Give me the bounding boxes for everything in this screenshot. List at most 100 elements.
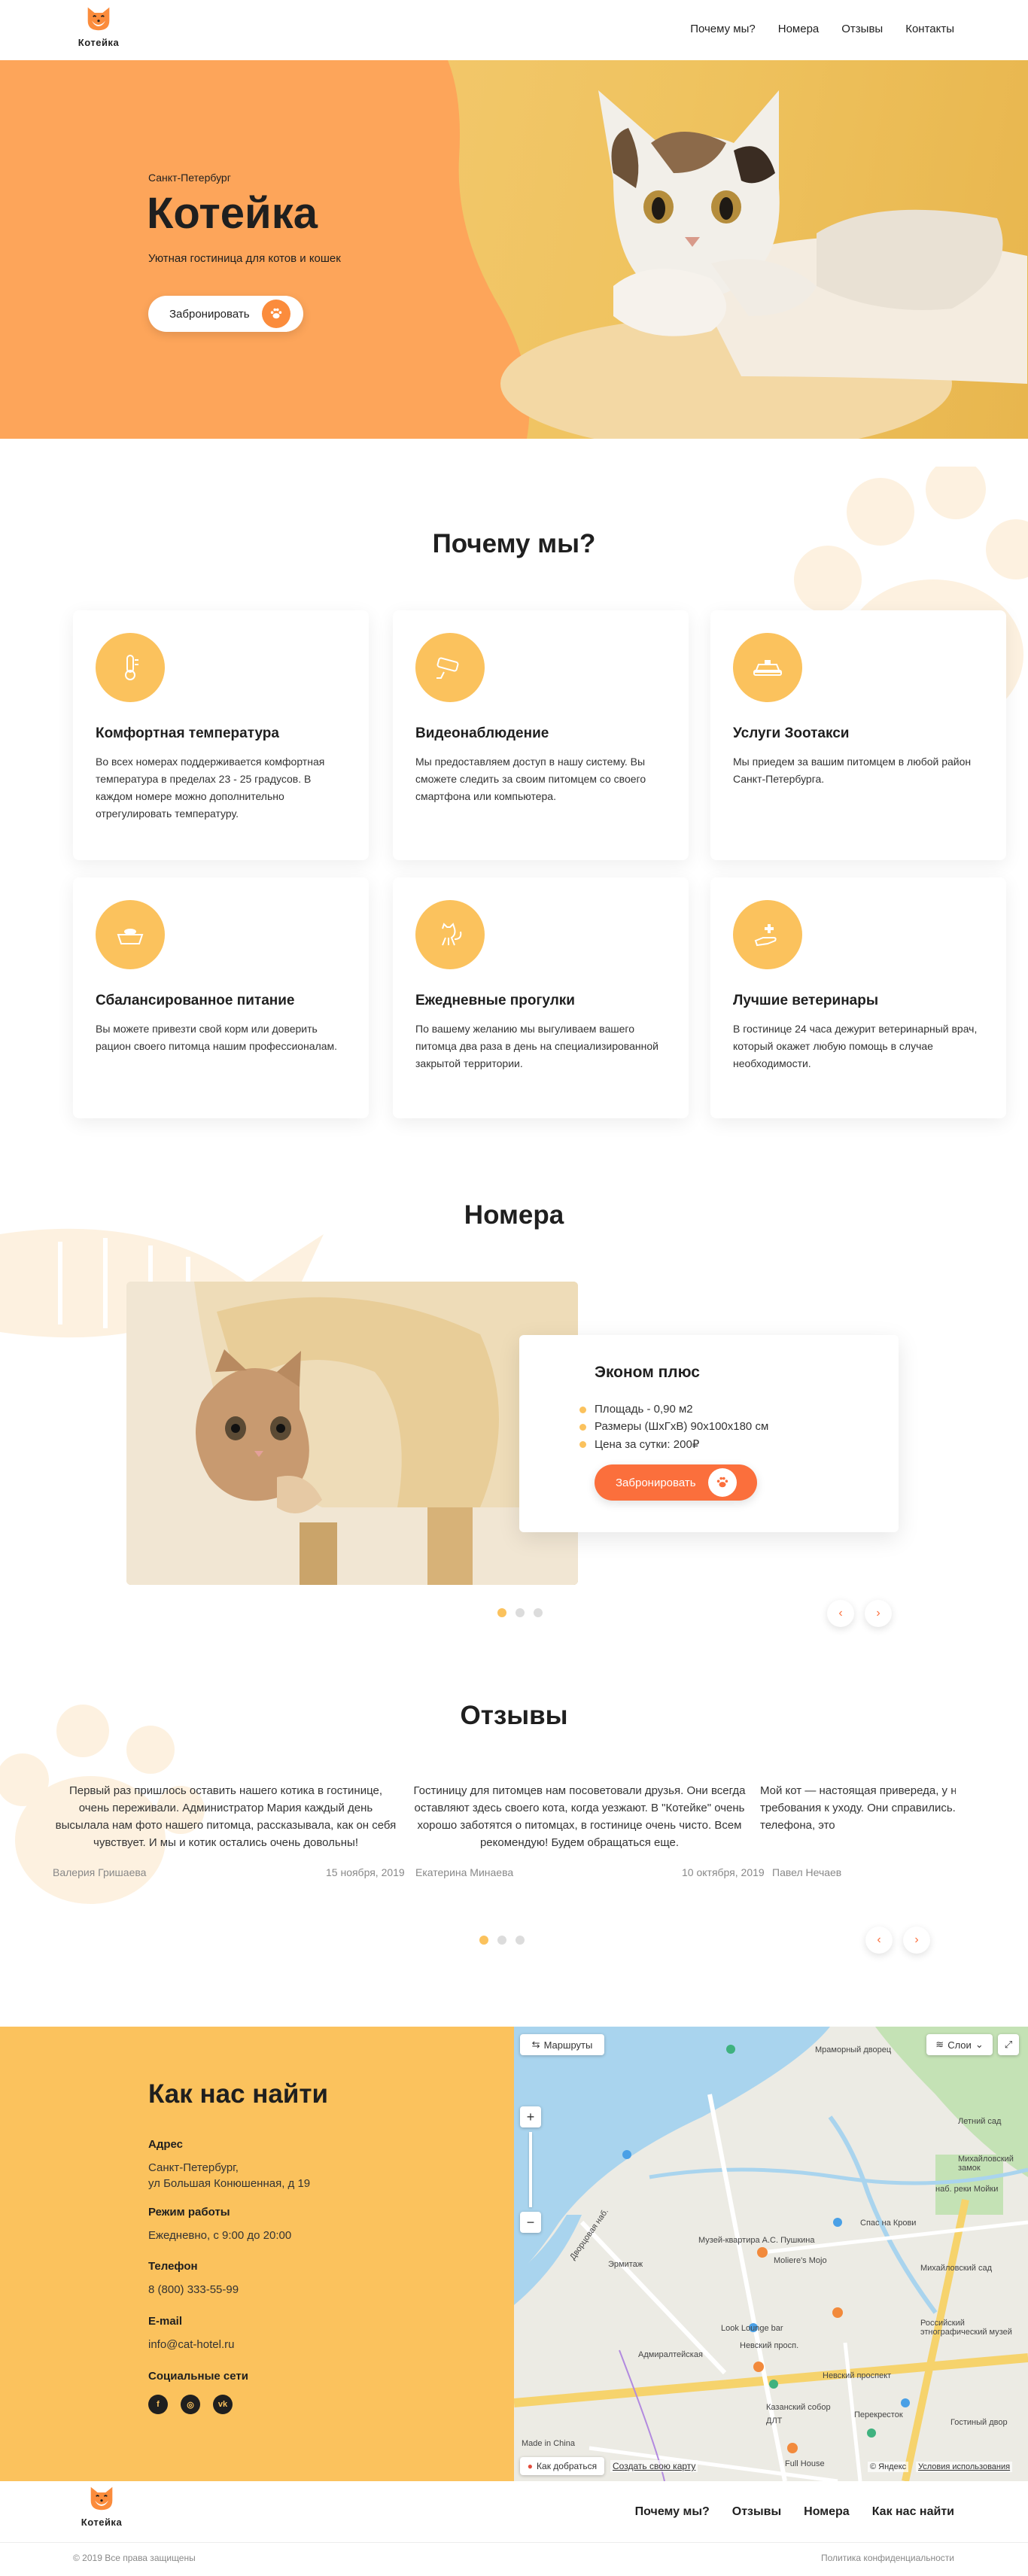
hours-label: Режим работы (148, 2206, 230, 2219)
room-feature: Цена за сутки: 200₽ (579, 1438, 700, 1451)
map-terms-link[interactable]: Условия использования (916, 2462, 1013, 2472)
rooms-dot-2[interactable] (516, 1608, 525, 1617)
contacts-section: Как нас найти Адрес Санкт-Петербург, ул … (0, 2027, 514, 2481)
social-label: Социальные сети (148, 2370, 248, 2383)
email-value[interactable]: info@cat-hotel.ru (148, 2337, 234, 2352)
logo[interactable]: Котейка (72, 6, 125, 53)
map-copyright: © Яндекс (868, 2462, 909, 2472)
map-tiles (514, 2027, 1028, 2481)
footer-divider (0, 2542, 1028, 2543)
site-header: Котейка Почему мы? Номера Отзывы Контакт… (0, 0, 1028, 60)
reviews-prev-button[interactable]: ‹ (865, 1927, 893, 1954)
nav-item-reviews[interactable]: Отзывы (841, 23, 883, 35)
footer-nav-why[interactable]: Почему мы? (635, 2505, 710, 2519)
hero-book-button[interactable]: Забронировать (148, 296, 303, 332)
rooms-dot-3[interactable] (534, 1608, 543, 1617)
chevron-right-icon: › (876, 1607, 880, 1620)
map-label: ДЛТ (766, 2416, 783, 2425)
feature-card: Ежедневные прогулки По вашему желанию мы… (393, 877, 689, 1118)
hero-city: Санкт-Петербург (148, 172, 231, 184)
map-label: Moliere's Mojo (774, 2256, 827, 2265)
reviews-dot-3[interactable] (516, 1936, 525, 1945)
rooms-next-button[interactable]: › (865, 1600, 892, 1627)
hero-book-button-label: Забронировать (169, 307, 250, 321)
vet-hand-icon (733, 900, 802, 969)
map[interactable]: Мраморный дворец Летний сад Музей-кварти… (514, 2027, 1028, 2481)
logo-text: Котейка (78, 37, 120, 48)
review-author: Павел Нечаев (772, 1866, 842, 1878)
map-fullscreen-button[interactable]: ⤢ (998, 2034, 1019, 2055)
cat-walk-icon (415, 900, 485, 969)
nav-item-rooms[interactable]: Номера (778, 23, 820, 35)
email-label: E-mail (148, 2315, 183, 2328)
map-routes-button[interactable]: ⇆ Маршруты (520, 2034, 604, 2055)
map-label: Российский этнографический музей (920, 2319, 1012, 2337)
map-routes-label: Маршруты (543, 2039, 593, 2051)
rooms-dot-1[interactable] (497, 1608, 506, 1617)
map-label: Full House (785, 2459, 825, 2468)
reviews-dot-1[interactable] (479, 1936, 488, 1945)
map-label: Эрмитаж (608, 2260, 643, 2269)
feature-title: Ежедневные прогулки (415, 993, 575, 1008)
map-layers-label: Слои (947, 2039, 972, 2051)
footer-nav-reviews[interactable]: Отзывы (732, 2505, 781, 2519)
footer-nav-rooms[interactable]: Номера (804, 2505, 850, 2519)
footer-nav-contacts[interactable]: Как нас найти (872, 2505, 954, 2519)
map-label: Look Lounge bar (721, 2324, 783, 2333)
map-label: Невский просп. (740, 2341, 799, 2350)
instagram-icon[interactable]: ◎ (181, 2395, 200, 2414)
map-label: Казанский собор (766, 2403, 831, 2412)
vk-icon[interactable]: vk (213, 2395, 233, 2414)
reviews-dot-2[interactable] (497, 1936, 506, 1945)
logo-text: Котейка (81, 2517, 123, 2528)
footer-logo[interactable]: Котейка (75, 2486, 128, 2532)
map-layers-button[interactable]: ≋ Слои ⌄ (926, 2034, 993, 2055)
map-zoom-slider[interactable] (529, 2132, 532, 2207)
reviews-next-button[interactable]: › (903, 1927, 930, 1954)
page: Котейка Почему мы? Номера Отзывы Контакт… (0, 0, 1028, 2576)
map-get-there-button[interactable]: ● Как добраться (520, 2457, 604, 2475)
review-text: Мой кот — настоящая привереда, у него бы… (760, 1784, 956, 1832)
hours-value: Ежедневно, с 9:00 до 20:00 (148, 2229, 292, 2242)
rooms-title: Номера (464, 1200, 564, 1230)
contacts-title: Как нас найти (148, 2079, 329, 2109)
why-title: Почему мы? (432, 529, 596, 558)
phone-value[interactable]: 8 (800) 333-55-99 (148, 2282, 239, 2298)
footer-nav: Почему мы? Отзывы Номера Как нас найти (635, 2505, 954, 2519)
hero-section: Санкт-Петербург Котейка Уютная гостиница… (0, 60, 1028, 439)
map-create-link[interactable]: Создать свою карту (610, 2460, 698, 2472)
map-zoom-in-button[interactable]: + (520, 2106, 541, 2127)
footer-copyright: © 2019 Все права защищены (73, 2553, 196, 2563)
map-label: Made in China (522, 2439, 575, 2448)
map-get-there-label: Как добраться (537, 2461, 598, 2471)
room-book-button[interactable]: Забронировать (595, 1464, 757, 1501)
nav-item-why[interactable]: Почему мы? (690, 23, 756, 35)
room-card: Эконом плюс Площадь - 0,90 м2 Размеры (Ш… (519, 1335, 899, 1532)
room-photo (126, 1282, 578, 1585)
thermometer-icon (96, 633, 165, 702)
rooms-prev-button[interactable]: ‹ (827, 1600, 854, 1627)
hero-subtitle: Уютная гостиница для котов и кошек (148, 252, 341, 265)
map-zoom-out-button[interactable]: − (520, 2212, 541, 2233)
review-text: Первый раз пришлось оставить нашего коти… (55, 1784, 397, 1849)
map-label: Перекресток (854, 2410, 903, 2419)
map-label: Гостиный двор (950, 2418, 1008, 2427)
feature-title: Сбалансированное питание (96, 993, 295, 1008)
map-label: Адмиралтейская (638, 2350, 703, 2359)
room-kitten-illustration (126, 1282, 578, 1585)
cat-logo-icon (90, 2486, 113, 2511)
feature-title: Лучшие ветеринары (733, 993, 879, 1008)
nav-item-contacts[interactable]: Контакты (905, 23, 954, 35)
reviews-track: Первый раз пришлось оставить нашего коти… (53, 1782, 956, 1872)
hero-cat-photo (425, 60, 1028, 439)
map-label: Музей-квартира А.С. Пушкина (698, 2236, 815, 2245)
location-pin-icon: ● (527, 2461, 534, 2471)
facebook-icon[interactable]: f (148, 2395, 168, 2414)
layers-icon: ≋ (935, 2039, 944, 2050)
feature-text: Мы приедем за вашим питомцем в любой рай… (733, 756, 972, 785)
taxi-icon (733, 633, 802, 702)
review-date: 10 октября, 2019 (682, 1866, 765, 1878)
feature-title: Комфортная температура (96, 725, 279, 741)
chevron-left-icon: ‹ (838, 1607, 843, 1620)
footer-privacy-link[interactable]: Политика конфиденциальности (821, 2553, 954, 2563)
